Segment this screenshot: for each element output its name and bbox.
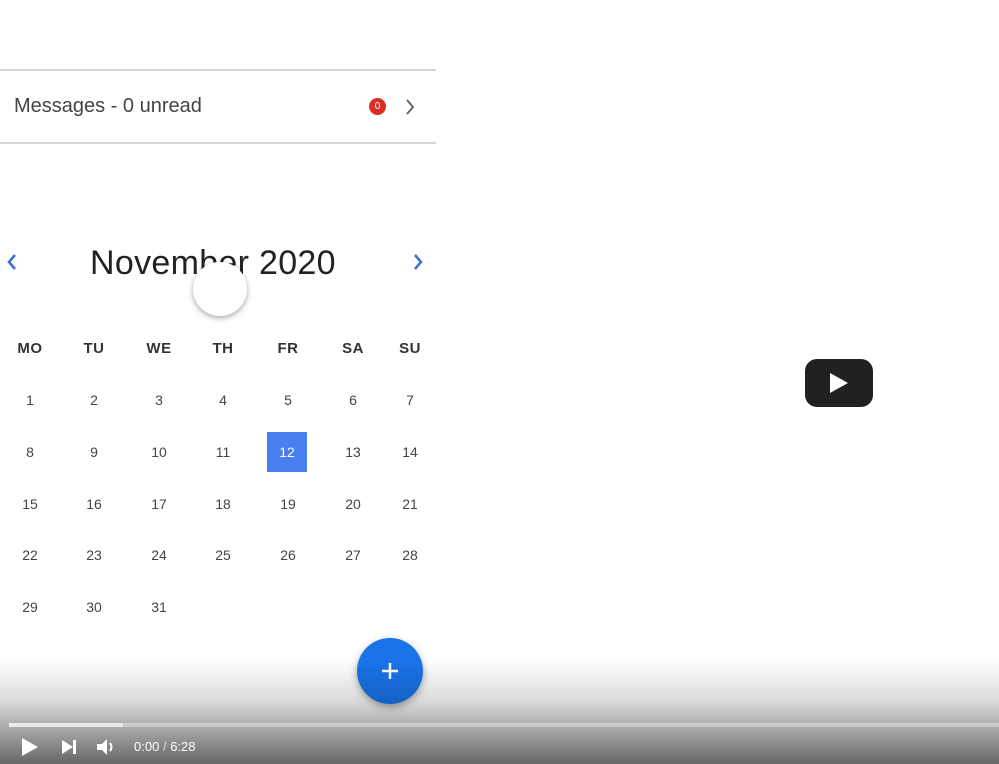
chevron-right-icon (402, 97, 418, 117)
calendar-day[interactable]: 24 (139, 535, 179, 575)
calendar-day[interactable]: 23 (74, 535, 114, 575)
calendar-day[interactable]: 19 (268, 484, 308, 524)
messages-label: Messages - 0 unread (14, 95, 202, 117)
calendar-day[interactable]: 9 (74, 432, 114, 472)
unread-badge: 0 (369, 98, 386, 115)
calendar-day[interactable]: 16 (74, 484, 114, 524)
progress-loaded (9, 723, 123, 727)
play-button[interactable] (18, 736, 42, 758)
volume-icon (97, 739, 113, 755)
weekday-label: WE (146, 340, 172, 357)
time-separator: / (162, 739, 167, 754)
touch-indicator (193, 262, 247, 316)
calendar-day[interactable]: 14 (390, 432, 430, 472)
calendar-day[interactable]: 11 (203, 432, 243, 472)
app-screen: Messages - 0 unread 0 November 2020 MO TU… (0, 0, 436, 764)
volume-button[interactable] (94, 736, 118, 758)
calendar-day[interactable]: 31 (139, 587, 179, 627)
calendar-day[interactable]: 5 (268, 380, 308, 420)
calendar-day-selected[interactable]: 12 (267, 432, 307, 472)
weekday-label: SA (342, 340, 364, 357)
calendar-day[interactable]: 21 (390, 484, 430, 524)
weekday-label: TU (83, 340, 105, 357)
calendar-day[interactable]: 18 (203, 484, 243, 524)
prev-month-icon[interactable] (2, 250, 22, 274)
divider-bottom (0, 142, 436, 144)
weekday-label: SU (399, 340, 421, 357)
calendar-day[interactable]: 15 (10, 484, 50, 524)
calendar-day[interactable]: 26 (268, 535, 308, 575)
calendar-day[interactable]: 28 (390, 535, 430, 575)
large-play-icon (830, 373, 848, 393)
next-button[interactable] (58, 736, 82, 758)
time-display: 0:00 / 6:28 (134, 739, 196, 754)
calendar-day[interactable]: 7 (390, 380, 430, 420)
duration: 6:28 (170, 739, 196, 754)
next-month-icon[interactable] (408, 250, 428, 274)
calendar-day[interactable]: 20 (333, 484, 373, 524)
weekday-label: TH (212, 340, 234, 357)
large-play-button[interactable] (805, 359, 873, 407)
progress-bar[interactable] (9, 723, 999, 727)
weekday-label: FR (277, 340, 299, 357)
calendar-day[interactable]: 13 (333, 432, 373, 472)
calendar-day[interactable]: 4 (203, 380, 243, 420)
current-time: 0:00 (134, 739, 160, 754)
play-icon (22, 738, 38, 756)
calendar-day[interactable]: 2 (74, 380, 114, 420)
calendar-day[interactable]: 22 (10, 535, 50, 575)
calendar-day[interactable]: 29 (10, 587, 50, 627)
next-icon (62, 740, 76, 754)
calendar-day[interactable]: 3 (139, 380, 179, 420)
calendar-day[interactable]: 8 (10, 432, 50, 472)
calendar-day[interactable]: 30 (74, 587, 114, 627)
calendar-day[interactable]: 27 (333, 535, 373, 575)
weekday-label: MO (17, 340, 43, 357)
calendar-day[interactable]: 6 (333, 380, 373, 420)
calendar-day[interactable]: 1 (10, 380, 50, 420)
calendar-day[interactable]: 17 (139, 484, 179, 524)
calendar-day[interactable]: 10 (139, 432, 179, 472)
calendar-day[interactable]: 25 (203, 535, 243, 575)
